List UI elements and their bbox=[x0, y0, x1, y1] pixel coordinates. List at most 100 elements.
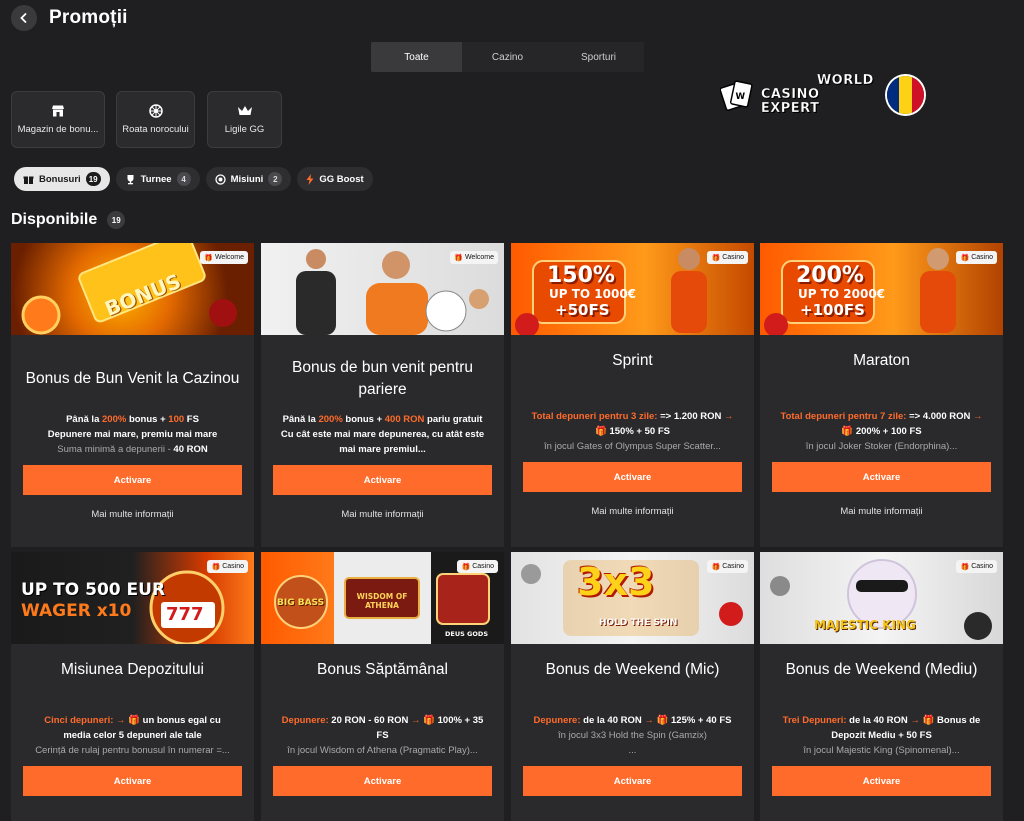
promo-line-3: Suma minimă a depunerii - 40 RON bbox=[23, 442, 242, 457]
promo-line-2: FS bbox=[376, 730, 389, 741]
gift-icon: 🎁 bbox=[454, 254, 463, 262]
target-icon bbox=[214, 173, 226, 185]
promo-badge: 🎁 Welcome bbox=[450, 251, 498, 264]
promo-details: Până la 200% bonus + 400 RON pariu gratu… bbox=[261, 412, 504, 458]
promo-line-1: Până la 200% bonus + 100 FS bbox=[23, 412, 242, 427]
promo-card-weekly: BIG BASS WISDOM OF ATHENA DEUS GODS 🎁 Cas… bbox=[261, 552, 504, 821]
chip-count: 4 bbox=[176, 172, 191, 186]
activate-button[interactable]: Activare bbox=[772, 766, 991, 796]
chip-missions[interactable]: Misiuni 2 bbox=[205, 167, 292, 191]
promo-banner[interactable]: 🎁 Welcome bbox=[261, 243, 504, 335]
promo-spins: +100FS bbox=[800, 301, 865, 319]
text: Suma minimă a depunerii - bbox=[57, 444, 174, 455]
promo-card-sprint: 150% UP TO 1000€ +50FS 🎁 Casino Sprint To… bbox=[511, 243, 754, 547]
promo-title: Misiunea Depozitului bbox=[60, 661, 205, 678]
highlight: 400 RON bbox=[384, 414, 425, 425]
highlight: 100 bbox=[168, 414, 185, 425]
promo-badge: 🎁 Casino bbox=[457, 560, 498, 573]
promo-details: Până la 200% bonus + 100 FS Depunere mai… bbox=[11, 412, 254, 458]
crown-icon bbox=[237, 106, 252, 115]
promo-badge: 🎁 Welcome bbox=[200, 251, 248, 264]
highlight: Depunere: bbox=[281, 715, 329, 726]
activate-button[interactable]: Activare bbox=[23, 465, 242, 495]
quick-link-gg-leagues[interactable]: Ligile GG bbox=[207, 91, 282, 148]
activate-button[interactable]: Activare bbox=[23, 766, 242, 796]
more-info-link[interactable]: Mai multe informații bbox=[760, 506, 1003, 517]
promo-banner[interactable]: MAJESTIC KING 🎁 Casino bbox=[760, 552, 1003, 644]
more-info-link[interactable]: Mai multe informații bbox=[511, 506, 754, 517]
text: de la 40 RON bbox=[846, 715, 911, 726]
promo-badge: 🎁 Casino bbox=[956, 251, 997, 264]
activate-button[interactable]: Activare bbox=[273, 465, 492, 495]
promo-banner[interactable]: UP TO 500 EUR WAGER x10 777 🎁 Casino bbox=[11, 552, 254, 644]
chip-label: Misiuni bbox=[230, 173, 264, 185]
activate-button[interactable]: Activare bbox=[772, 462, 991, 492]
chip-label: Bonusuri bbox=[39, 173, 81, 185]
more-info-link[interactable]: Mai multe informații bbox=[261, 509, 504, 520]
promo-banner[interactable]: 150% UP TO 1000€ +50FS 🎁 Casino bbox=[511, 243, 754, 335]
text: 🎁 100% + 35 bbox=[420, 715, 484, 726]
svg-text:W: W bbox=[735, 92, 745, 102]
text: 🎁 125% + 40 FS bbox=[653, 715, 732, 726]
tab-casino[interactable]: Cazino bbox=[462, 42, 553, 72]
tab-all[interactable]: Toate bbox=[371, 42, 462, 72]
more-info-link[interactable]: Mai multe informații bbox=[11, 509, 254, 520]
promo-line-2: în jocul 3x3 Hold the Spin (Gamzix) bbox=[558, 730, 707, 741]
badge-label: Welcome bbox=[464, 254, 494, 261]
highlight: 200% bbox=[102, 414, 127, 425]
quick-link-label: Magazin de bonu... bbox=[17, 124, 99, 135]
promo-banner[interactable]: 200% UP TO 2000€ +100FS 🎁 Casino bbox=[760, 243, 1003, 335]
highlight: Depunere: bbox=[533, 715, 581, 726]
badge-label: Casino bbox=[472, 563, 494, 570]
promo-line-3: în jocul Gates of Olympus Super Scatter.… bbox=[544, 441, 721, 452]
arrow: → bbox=[644, 715, 654, 726]
promo-cap: UP TO 2000€ bbox=[798, 287, 886, 301]
promo-badge: 🎁 Casino bbox=[207, 560, 248, 573]
gift-icon: 🎁 bbox=[960, 563, 970, 571]
promo-banner[interactable]: BONUS 🎁 Welcome bbox=[11, 243, 254, 335]
text: bonus + bbox=[126, 414, 169, 425]
promo-banner[interactable]: BIG BASS WISDOM OF ATHENA DEUS GODS 🎁 Cas… bbox=[261, 552, 504, 644]
promo-details: Depunere: 20 RON - 60 RON → 🎁 100% + 35 … bbox=[261, 713, 504, 759]
highlight: 200% bbox=[318, 414, 343, 425]
promo-line-2: Cu cât este mai mare depunerea, cu atât … bbox=[280, 429, 485, 455]
promo-line-1: Total depuneri pentru 7 zile: => 4.000 R… bbox=[772, 409, 991, 424]
quick-link-bonus-shop[interactable]: Magazin de bonu... bbox=[11, 91, 105, 148]
game-logo-majestic-king: MAJESTIC KING bbox=[814, 618, 916, 632]
promo-line-1: Total depuneri pentru 3 zile: => 1.200 R… bbox=[523, 409, 742, 424]
logo-wordmark: WORLD CASINO EXPERT bbox=[760, 73, 879, 116]
promo-percent: 200% bbox=[796, 263, 864, 288]
text: FS bbox=[184, 414, 199, 425]
back-button[interactable] bbox=[11, 5, 37, 31]
highlight: Total depuneri pentru 3 zile: bbox=[531, 411, 658, 422]
promo-title: Bonus de Bun Venit la Cazinou bbox=[25, 370, 240, 387]
promo-line-2: 🎁 150% + 50 FS bbox=[595, 426, 670, 437]
promo-title: Bonus de Weekend (Mic) bbox=[545, 661, 720, 678]
promo-banner[interactable]: 3x3 HOLD THE SPIN 🎁 Casino bbox=[511, 552, 754, 644]
chip-tournaments[interactable]: Turnee 4 bbox=[115, 167, 200, 191]
activate-button[interactable]: Activare bbox=[523, 462, 742, 492]
quick-link-wheel[interactable]: Roata norocului bbox=[116, 91, 195, 148]
logo-line-2: CASINO EXPERT bbox=[760, 87, 820, 116]
gift-icon: 🎁 bbox=[711, 563, 721, 571]
promo-line-3: în jocul Joker Stoker (Endorphina)... bbox=[805, 441, 958, 452]
badge-label: Casino bbox=[971, 254, 993, 261]
promo-details: Total depuneri pentru 7 zile: => 4.000 R… bbox=[760, 409, 1003, 455]
tab-sports[interactable]: Sporturi bbox=[553, 42, 644, 72]
highlight: Cinci depuneri: → bbox=[44, 715, 129, 726]
promo-title: Maraton bbox=[853, 352, 910, 369]
text: pariu gratuit bbox=[424, 414, 483, 425]
gift-icon bbox=[23, 176, 34, 184]
wheel-icon bbox=[148, 104, 163, 118]
promo-details: Depunere: de la 40 RON → 🎁 125% + 40 FS … bbox=[511, 713, 754, 759]
game-title-athena: WISDOM OF ATHENA bbox=[356, 592, 408, 610]
promo-line-1: Cinci depuneri: → 🎁 un bonus egal cu bbox=[23, 713, 242, 728]
activate-button[interactable]: Activare bbox=[523, 766, 742, 796]
arrow: → bbox=[411, 715, 421, 726]
gift-icon: 🎁 bbox=[461, 563, 471, 571]
text: 🎁 Bonus de bbox=[919, 715, 981, 726]
chip-bonuses[interactable]: Bonusuri 19 bbox=[14, 167, 110, 191]
activate-button[interactable]: Activare bbox=[273, 766, 492, 796]
promo-line-3: în jocul Majestic King (Spinomenal)... bbox=[803, 745, 960, 756]
chip-gg-boost[interactable]: GG Boost bbox=[297, 167, 373, 191]
